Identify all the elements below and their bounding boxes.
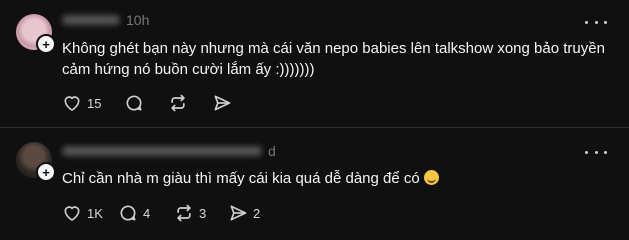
repost-button[interactable] [168, 91, 212, 115]
reply-button[interactable] [124, 91, 168, 115]
post-actions: 15 [62, 91, 232, 115]
more-options-button[interactable] [585, 145, 607, 159]
heart-icon [64, 96, 80, 111]
more-options-button[interactable] [585, 15, 607, 29]
repost-button[interactable]: 3 [174, 201, 228, 225]
username-redacted[interactable] [62, 146, 262, 156]
share-button[interactable] [212, 91, 232, 115]
timestamp[interactable]: 10h [126, 12, 149, 28]
heart-icon [64, 206, 80, 221]
reply-button[interactable]: 4 [118, 201, 174, 225]
share-button[interactable]: 2 [228, 201, 260, 225]
like-button[interactable]: 15 [62, 91, 124, 115]
avatar-container[interactable]: + [16, 14, 56, 54]
more-horizontal-icon [585, 20, 588, 24]
follow-plus-icon[interactable]: + [36, 34, 56, 54]
like-count: 15 [87, 95, 102, 111]
smiling-face-emoji-icon [423, 170, 439, 185]
send-icon [214, 95, 231, 111]
repost-icon [171, 94, 185, 112]
timestamp[interactable]: d [268, 143, 276, 159]
like-button[interactable]: 1K [62, 201, 118, 225]
comment-icon [126, 95, 142, 111]
reply-count: 4 [143, 205, 151, 221]
post-text-body: Chỉ cần nhà m giàu thì mấy cái kia quá d… [62, 170, 420, 187]
comment-icon [120, 205, 136, 221]
post-actions: 1K 4 3 2 [62, 201, 260, 225]
send-icon [230, 205, 247, 221]
thread-post: + 10h Không ghét bạn này nhưng mà cái vă… [0, 0, 629, 127]
avatar-container[interactable]: + [16, 142, 56, 182]
repost-count: 3 [199, 205, 207, 221]
repost-icon [177, 204, 191, 222]
post-header: 10h [62, 12, 149, 28]
post-text: Chỉ cần nhà m giàu thì mấy cái kia quá d… [62, 168, 612, 189]
follow-plus-icon[interactable]: + [36, 162, 56, 182]
more-horizontal-icon [585, 150, 588, 154]
post-header: d [62, 143, 276, 159]
share-count: 2 [253, 205, 261, 221]
post-text-body: Không ghét bạn này nhưng mà cái văn nepo… [62, 40, 605, 78]
username-redacted[interactable] [62, 15, 120, 25]
post-text: Không ghét bạn này nhưng mà cái văn nepo… [62, 38, 612, 80]
like-count: 1K [87, 205, 103, 221]
thread-post: + d Chỉ cần nhà m giàu thì mấy cái kia q… [0, 128, 629, 240]
